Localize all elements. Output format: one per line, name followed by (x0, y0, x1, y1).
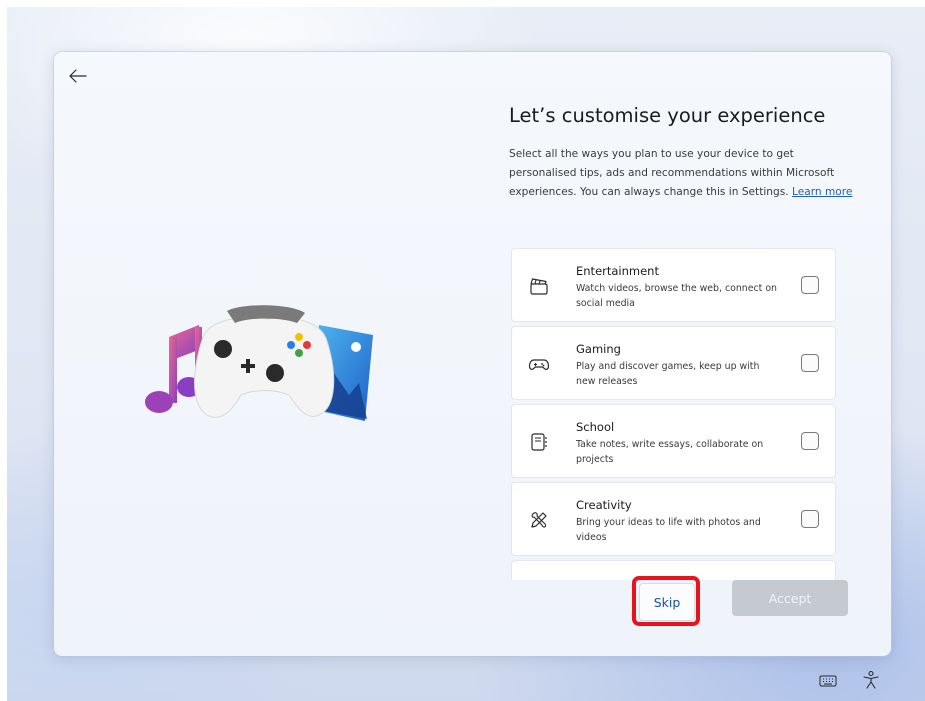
arrow-left-icon (69, 69, 87, 83)
option-description: Take notes, write essays, collaborate on… (576, 439, 764, 465)
school-checkbox[interactable] (801, 432, 819, 450)
creativity-checkbox[interactable] (801, 510, 819, 528)
page-description: Select all the ways you plan to use your… (509, 145, 859, 202)
skip-highlight: Skip (632, 576, 700, 626)
option-title: School (576, 420, 615, 434)
option-title: Creativity (576, 498, 632, 512)
gamepad-icon (528, 359, 550, 370)
clapperboard-icon (530, 278, 548, 295)
music-note-icon (145, 325, 202, 413)
skip-button[interactable]: Skip (639, 583, 695, 621)
option-description: Bring your ideas to life with photos and… (576, 517, 761, 543)
gaming-checkbox[interactable] (801, 354, 819, 372)
option-title: Entertainment (576, 264, 659, 278)
description-text: Select all the ways you plan to use your… (509, 148, 835, 198)
option-creativity[interactable]: Creativity Bring your ideas to life with… (511, 482, 836, 556)
options-list[interactable]: Entertainment Watch videos, browse the w… (511, 248, 836, 580)
game-controller-icon (194, 305, 335, 418)
entertainment-checkbox[interactable] (801, 276, 819, 294)
keyboard-icon[interactable] (819, 673, 837, 687)
learn-more-link[interactable]: Learn more (792, 186, 852, 198)
oobe-window: Let’s customise your experience Select a… (54, 52, 891, 656)
back-button[interactable] (64, 64, 92, 88)
pen-brush-icon (531, 512, 547, 528)
page-title: Let’s customise your experience (509, 104, 826, 127)
option-entertainment[interactable]: Entertainment Watch videos, browse the w… (511, 248, 836, 322)
notebook-icon (531, 433, 547, 451)
accept-button[interactable]: Accept (732, 580, 848, 616)
hero-illustration (141, 297, 391, 432)
option-title: Gaming (576, 342, 621, 356)
option-gaming[interactable]: Gaming Play and discover games, keep up … (511, 326, 836, 400)
option-school[interactable]: School Take notes, write essays, collabo… (511, 404, 836, 478)
option-description: Play and discover games, keep up with ne… (576, 361, 760, 387)
accessibility-icon[interactable] (862, 670, 880, 690)
option-description: Watch videos, browse the web, connect on… (576, 283, 777, 309)
